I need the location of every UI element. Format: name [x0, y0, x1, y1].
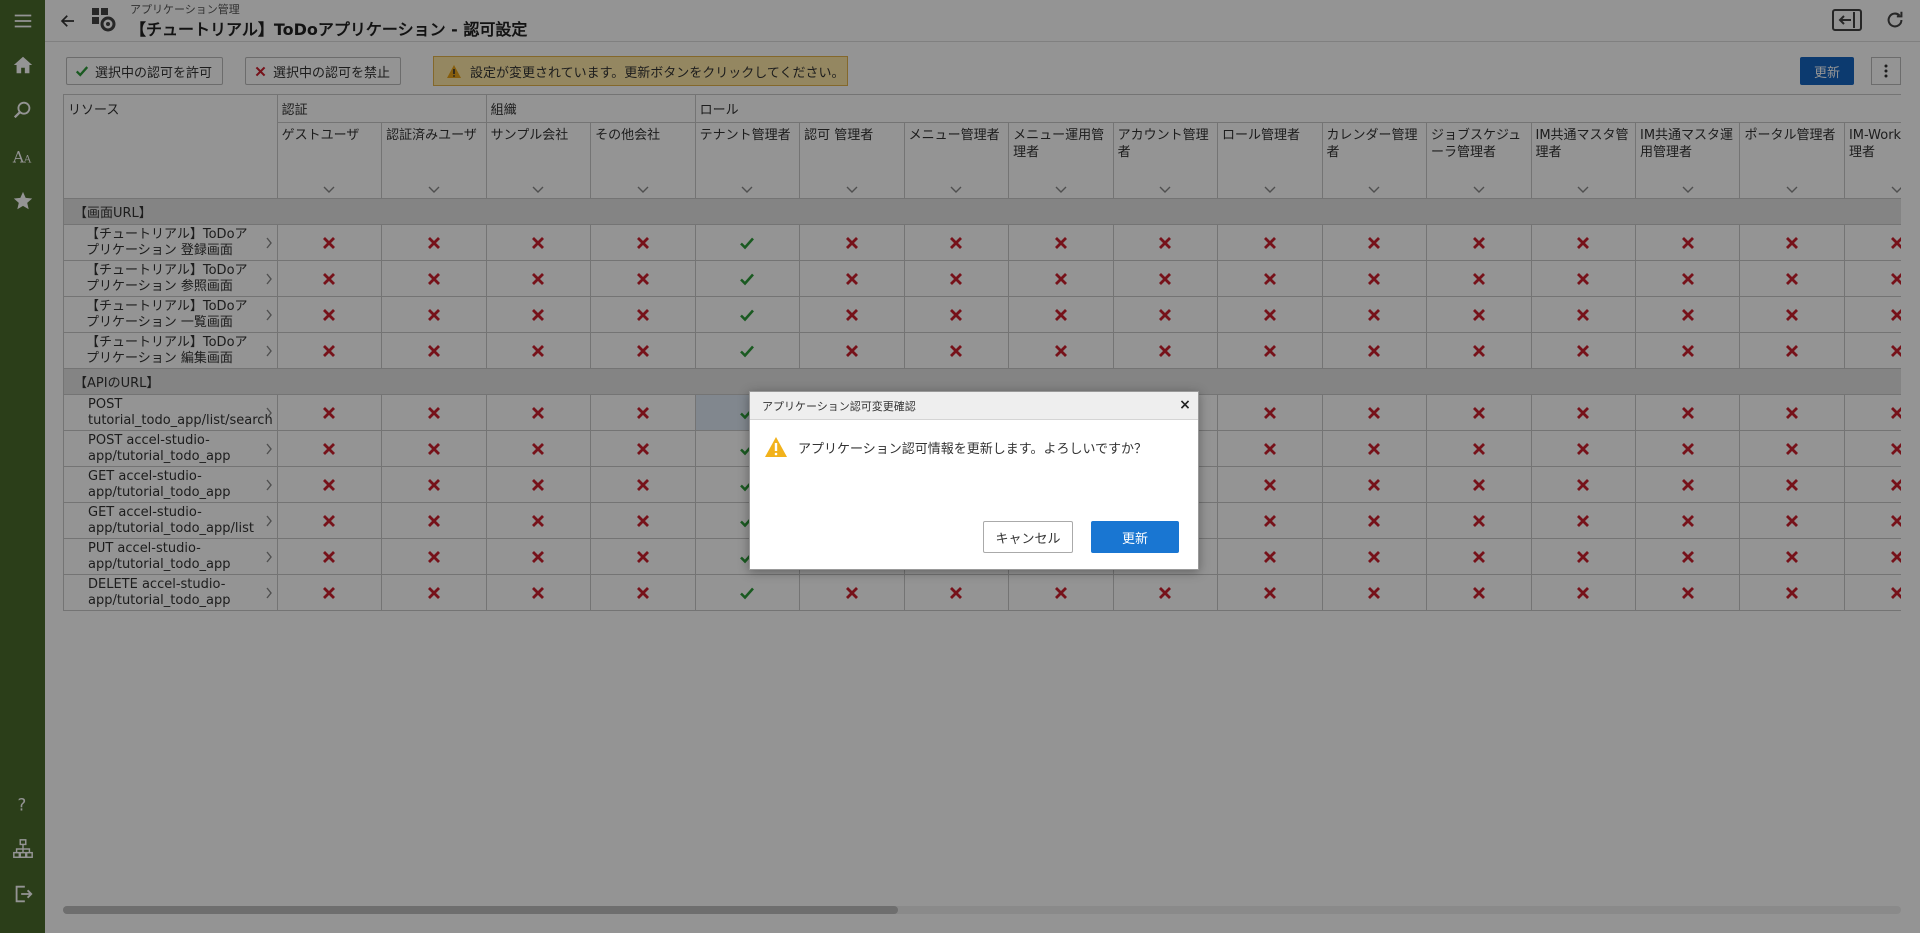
confirm-update-button[interactable]: 更新 — [1091, 521, 1179, 553]
dialog-message-row: アプリケーション認可情報を更新します。よろしいですか？ — [764, 436, 1147, 458]
warning-icon — [765, 437, 787, 457]
dialog-title-bar: アプリケーション認可変更確認 × — [750, 392, 1198, 420]
close-icon[interactable]: × — [1178, 397, 1192, 413]
dialog-message: アプリケーション認可情報を更新します。よろしいですか？ — [798, 441, 1148, 457]
confirm-dialog: アプリケーション認可変更確認 × アプリケーション認可情報を更新します。よろしい… — [749, 391, 1199, 570]
dialog-title: アプリケーション認可変更確認 — [762, 400, 916, 413]
cancel-button[interactable]: キャンセル — [983, 521, 1073, 553]
